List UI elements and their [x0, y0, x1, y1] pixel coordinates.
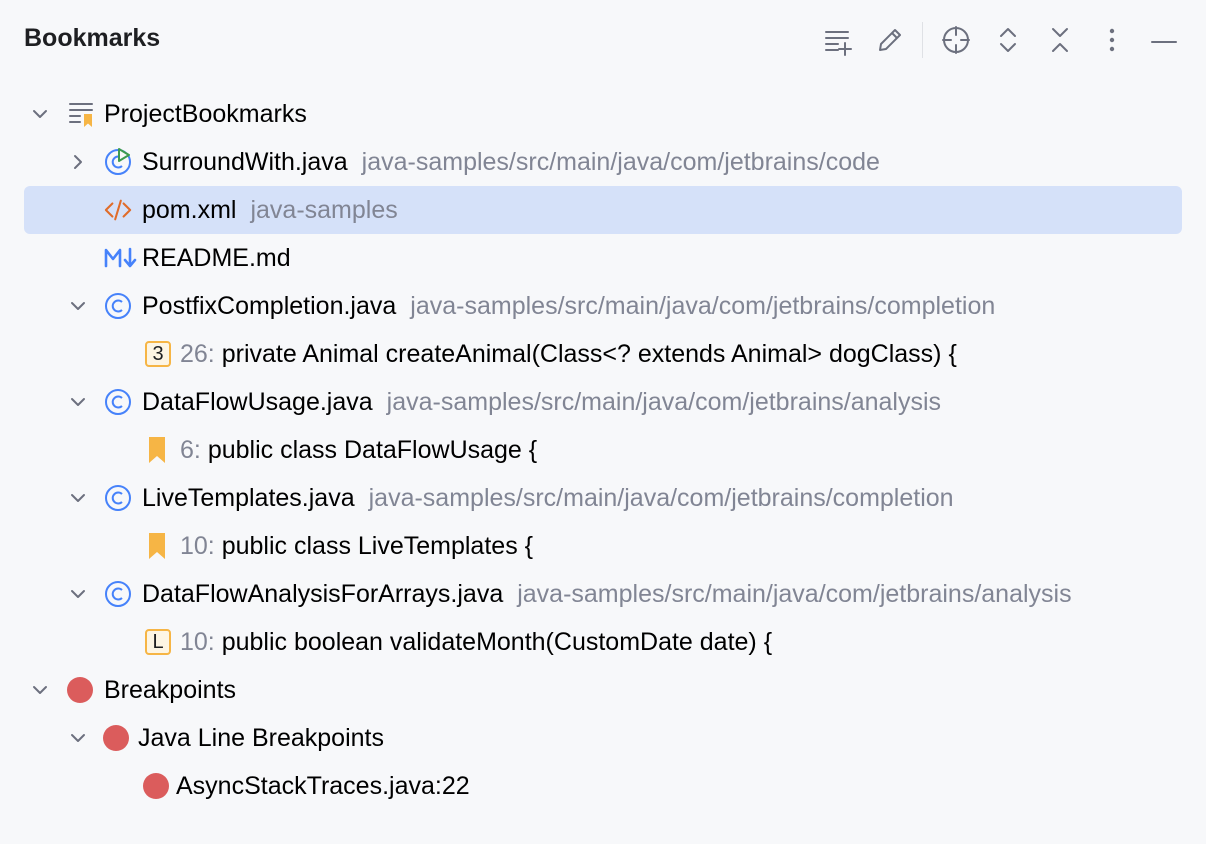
tree-node-label: Java Line Breakpoints — [138, 714, 384, 762]
minimize-icon — [1148, 24, 1180, 56]
chevron-right-icon[interactable] — [66, 150, 90, 174]
runnable-class-icon — [104, 148, 132, 176]
file-path: java-samples — [250, 196, 397, 224]
line-number: 10: — [180, 628, 215, 656]
bookmark-list-icon — [68, 100, 96, 128]
mnemonic-label: L — [144, 628, 172, 656]
tree-node-breakpoint-group[interactable]: Java Line Breakpoints — [24, 714, 1182, 762]
chevron-down-icon[interactable] — [66, 486, 90, 510]
tree-node-project-bookmarks[interactable]: ProjectBookmarks — [24, 90, 1182, 138]
tree-node-bookmark[interactable]: 3 26: private Animal createAnimal(Class<… — [24, 330, 1182, 378]
file-path: java-samples/src/main/java/com/jetbrains… — [362, 148, 880, 176]
chevron-down-icon[interactable] — [66, 582, 90, 606]
pencil-icon — [874, 24, 906, 56]
locate-button[interactable] — [936, 20, 976, 60]
class-icon — [104, 292, 132, 320]
mnemonic-bookmark-icon: L — [144, 628, 172, 656]
line-number: 26: — [180, 340, 215, 368]
markdown-file-icon — [104, 244, 138, 272]
crosshair-icon — [940, 24, 972, 56]
add-list-button[interactable] — [818, 20, 858, 60]
chevron-down-icon[interactable] — [66, 294, 90, 318]
line-number: 10: — [180, 532, 215, 560]
code-line: public class LiveTemplates { — [222, 532, 533, 560]
file-path: java-samples/src/main/java/com/jetbrains… — [410, 292, 995, 320]
mnemonic-bookmark-icon: 3 — [144, 340, 172, 368]
breakpoint-icon — [66, 676, 94, 704]
tree-node-breakpoints[interactable]: Breakpoints — [24, 666, 1182, 714]
more-vertical-icon — [1096, 24, 1128, 56]
file-name: README.md — [142, 234, 291, 282]
tree-node-bookmark[interactable]: L 10: public boolean validateMonth(Custo… — [24, 618, 1182, 666]
minimize-button[interactable] — [1144, 20, 1184, 60]
chevron-down-icon[interactable] — [28, 678, 52, 702]
file-path: java-samples/src/main/java/com/jetbrains… — [387, 388, 941, 416]
expand-all-icon — [992, 24, 1024, 56]
tree-node-file[interactable]: PostfixCompletion.java java-samples/src/m… — [24, 282, 1182, 330]
toolbar-separator — [922, 22, 923, 58]
code-line: private Animal createAnimal(Class<? exte… — [222, 340, 957, 368]
toolbar — [0, 20, 1206, 60]
tree-node-file[interactable]: LiveTemplates.java java-samples/src/main/… — [24, 474, 1182, 522]
file-name: DataFlowUsage.java — [142, 388, 373, 416]
tree-node-bookmark[interactable]: 10: public class LiveTemplates { — [24, 522, 1182, 570]
file-name: DataFlowAnalysisForArrays.java — [142, 580, 503, 608]
panel-header: Bookmarks — [0, 0, 1206, 80]
tree-node-file[interactable]: DataFlowUsage.java java-samples/src/main/… — [24, 378, 1182, 426]
expand-all-button[interactable] — [988, 20, 1028, 60]
file-name: PostfixCompletion.java — [142, 292, 396, 320]
add-list-icon — [822, 24, 854, 56]
edit-button[interactable] — [870, 20, 910, 60]
tree-node-file[interactable]: README.md — [24, 234, 1182, 282]
file-path: java-samples/src/main/java/com/jetbrains… — [517, 580, 1071, 608]
collapse-all-icon — [1044, 24, 1076, 56]
tree-node-file[interactable]: DataFlowAnalysisForArrays.java java-sampl… — [24, 570, 1182, 618]
chevron-down-icon[interactable] — [66, 390, 90, 414]
code-line: public class DataFlowUsage { — [208, 436, 537, 464]
xml-file-icon — [104, 196, 132, 224]
bookmark-icon — [144, 436, 172, 464]
breakpoint-icon — [142, 772, 170, 800]
class-icon — [104, 484, 132, 512]
chevron-down-icon[interactable] — [66, 726, 90, 750]
file-name: SurroundWith.java — [142, 148, 348, 176]
tree-node-bookmark[interactable]: 6: public class DataFlowUsage { — [24, 426, 1182, 474]
breakpoint-icon — [102, 724, 130, 752]
class-icon — [104, 580, 132, 608]
tree-node-file[interactable]: SurroundWith.java java-samples/src/main/j… — [24, 138, 1182, 186]
tree-node-label: AsyncStackTraces.java:22 — [176, 762, 470, 810]
class-icon — [104, 388, 132, 416]
chevron-down-icon[interactable] — [28, 102, 52, 126]
tree-node-label: ProjectBookmarks — [104, 90, 307, 138]
tree-node-breakpoint[interactable]: AsyncStackTraces.java:22 — [24, 762, 1182, 810]
mnemonic-label: 3 — [144, 340, 172, 368]
line-number: 6: — [180, 436, 201, 464]
collapse-all-button[interactable] — [1040, 20, 1080, 60]
code-line: public boolean validateMonth(CustomDate … — [222, 628, 772, 656]
tree-node-label: Breakpoints — [104, 666, 236, 714]
more-options-button[interactable] — [1092, 20, 1132, 60]
bookmark-icon — [144, 532, 172, 560]
file-path: java-samples/src/main/java/com/jetbrains… — [369, 484, 954, 512]
file-name: LiveTemplates.java — [142, 484, 355, 512]
tree-node-file-selected[interactable]: pom.xml java-samples — [24, 186, 1182, 234]
file-name: pom.xml — [142, 196, 236, 224]
